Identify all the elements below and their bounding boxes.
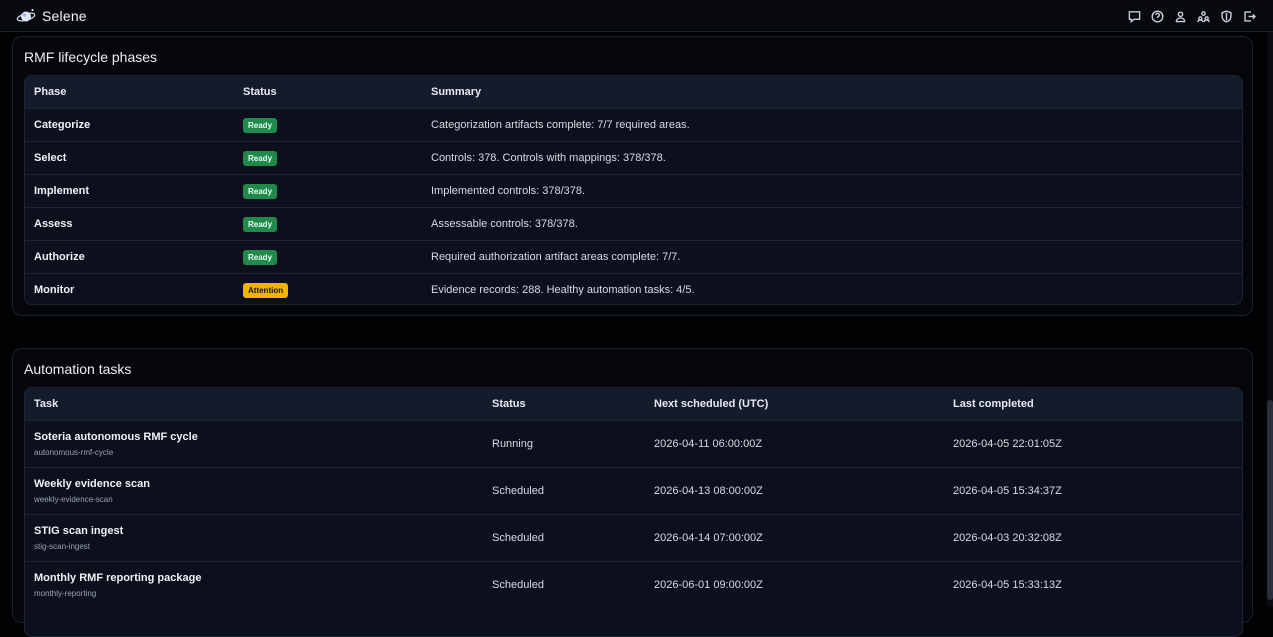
rmf-phases-card: RMF lifecycle phases Phase Status Summar… (12, 36, 1253, 316)
task-next-scheduled: 2026-04-14 07:00:00Z (654, 532, 763, 544)
rmf-table-header: Phase Status Summary (25, 76, 1242, 108)
status-badge: Ready (243, 117, 278, 133)
phase-summary: Assessable controls: 378/378. (431, 218, 578, 230)
table-row[interactable]: Monitor Attention Evidence records: 288.… (25, 273, 1242, 304)
task-status: Scheduled (492, 485, 544, 497)
table-row[interactable]: Authorize Ready Required authorization a… (25, 240, 1242, 273)
status-badge: Ready (243, 249, 278, 265)
task-next-scheduled: 2026-04-13 08:00:00Z (654, 485, 763, 497)
task-next-scheduled: 2026-06-01 09:00:00Z (654, 579, 763, 591)
phase-name: Implement (34, 185, 90, 197)
table-row[interactable]: Implement Ready Implemented controls: 37… (25, 174, 1242, 207)
task-id: monthly-reporting (34, 589, 97, 598)
phase-summary: Categorization artifacts complete: 7/7 r… (431, 119, 690, 131)
table-row[interactable]: Assess Ready Assessable controls: 378/37… (25, 207, 1242, 240)
task-id: weekly-evidence-scan (34, 495, 113, 504)
planet-logo-icon (16, 8, 36, 22)
table-row[interactable]: Select Ready Controls: 378. Controls wit… (25, 141, 1242, 174)
phase-name: Select (34, 152, 67, 164)
task-status: Scheduled (492, 532, 544, 544)
status-badge: Ready (243, 183, 278, 199)
task-name: STIG scan ingest (34, 525, 124, 537)
table-row[interactable]: Monthly RMF reporting package monthly-re… (25, 561, 1242, 608)
automation-tasks-card: Automation tasks Task Status Next schedu… (12, 348, 1253, 637)
column-header-phase[interactable]: Phase (25, 86, 234, 98)
users-icon[interactable] (1195, 8, 1211, 24)
phase-name: Authorize (34, 251, 85, 263)
task-status: Running (492, 438, 533, 450)
task-last-completed: 2026-04-03 20:32:08Z (953, 532, 1062, 544)
status-badge: Ready (243, 150, 278, 166)
top-bar: Selene (0, 0, 1273, 32)
task-last-completed: 2026-04-05 22:01:05Z (953, 438, 1062, 450)
automation-tasks-table: Task Status Next scheduled (UTC) Last co… (24, 387, 1243, 637)
column-header-status[interactable]: Status (483, 398, 645, 410)
task-status: Scheduled (492, 579, 544, 591)
phase-name: Assess (34, 218, 73, 230)
scrollbar-thumb[interactable] (1267, 400, 1273, 600)
column-header-last-completed[interactable]: Last completed (944, 398, 1242, 410)
task-name: Monthly RMF reporting package (34, 572, 202, 584)
user-icon[interactable] (1172, 8, 1188, 24)
task-next-scheduled: 2026-04-11 06:00:00Z (654, 438, 763, 450)
table-row[interactable]: STIG scan ingest stig-scan-ingest Schedu… (25, 514, 1242, 561)
rmf-phases-table: Phase Status Summary Categorize Ready Ca… (24, 75, 1243, 305)
chat-icon[interactable] (1126, 8, 1142, 24)
status-badge: Ready (243, 216, 278, 232)
app-title: Selene (42, 7, 87, 24)
table-row[interactable]: Soteria autonomous RMF cycle autonomous-… (25, 420, 1242, 467)
column-header-status[interactable]: Status (234, 86, 422, 98)
phase-summary: Controls: 378. Controls with mappings: 3… (431, 152, 666, 164)
phase-name: Monitor (34, 284, 75, 296)
task-name: Soteria autonomous RMF cycle (34, 431, 198, 443)
column-header-summary[interactable]: Summary (422, 86, 1242, 98)
shield-icon[interactable] (1218, 8, 1234, 24)
phase-summary: Evidence records: 288. Healthy automatio… (431, 284, 695, 296)
help-icon[interactable] (1149, 8, 1165, 24)
automation-tasks-title: Automation tasks (24, 361, 132, 377)
phase-summary: Implemented controls: 378/378. (431, 185, 586, 197)
task-id: stig-scan-ingest (34, 542, 91, 551)
status-badge: Attention (243, 282, 289, 298)
phase-name: Categorize (34, 119, 91, 131)
brand[interactable]: Selene (16, 6, 87, 26)
task-last-completed: 2026-04-05 15:33:13Z (953, 579, 1062, 591)
logout-icon[interactable] (1241, 8, 1257, 24)
automation-table-header: Task Status Next scheduled (UTC) Last co… (25, 388, 1242, 420)
table-row[interactable]: Weekly evidence scan weekly-evidence-sca… (25, 467, 1242, 514)
task-name: Weekly evidence scan (34, 478, 150, 490)
phase-summary: Required authorization artifact areas co… (431, 251, 681, 263)
task-last-completed: 2026-04-05 15:34:37Z (953, 485, 1062, 497)
rmf-phases-title: RMF lifecycle phases (24, 49, 158, 65)
column-header-task[interactable]: Task (25, 398, 483, 410)
task-id: autonomous-rmf-cycle (34, 448, 114, 457)
table-row[interactable]: Categorize Ready Categorization artifact… (25, 108, 1242, 141)
column-header-next-scheduled[interactable]: Next scheduled (UTC) (645, 398, 944, 410)
